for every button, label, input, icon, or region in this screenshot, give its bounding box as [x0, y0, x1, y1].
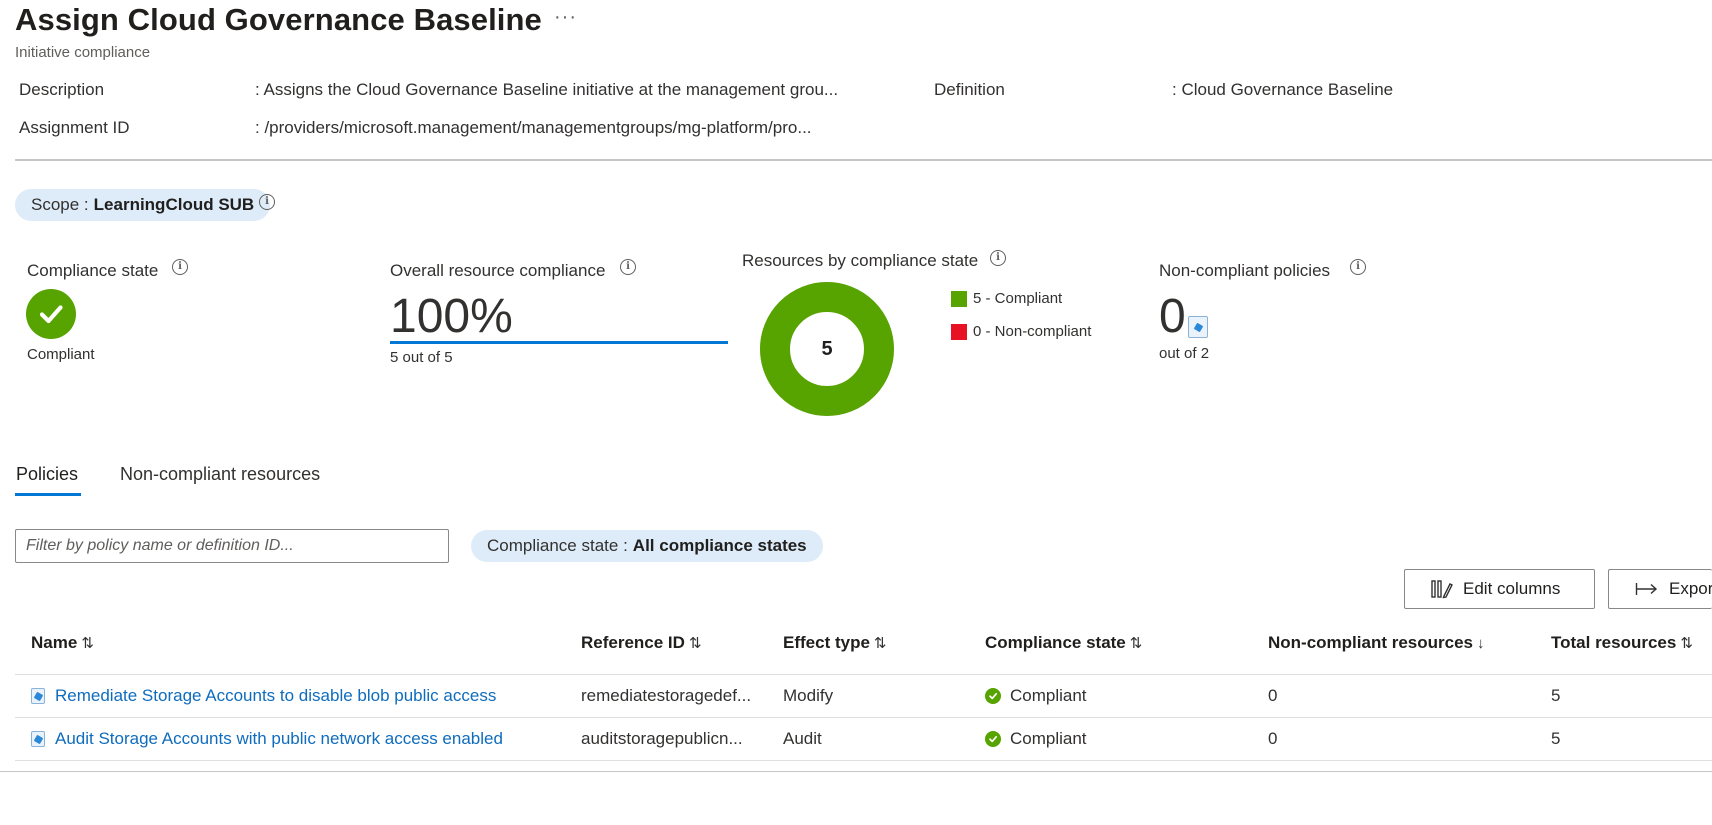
definition-value[interactable]: : Cloud Governance Baseline	[1172, 80, 1572, 100]
total-resources-cell: 5	[1551, 729, 1561, 748]
page-subtitle: Initiative compliance	[15, 44, 151, 61]
more-options-button[interactable]: ···	[554, 6, 577, 29]
column-header-effect-type[interactable]: Effect type ⇅	[783, 633, 887, 653]
sort-icon: ⇅	[873, 635, 887, 652]
compliance-state-filter-pill[interactable]: Compliance state : All compliance states	[471, 530, 823, 562]
table-header-divider	[15, 674, 1712, 675]
column-header-compliance-state[interactable]: Compliance state ⇅	[985, 633, 1142, 653]
scope-info-icon[interactable]: i	[259, 194, 275, 210]
assignment-id-label: Assignment ID	[19, 118, 130, 137]
sort-icon: ↓	[1477, 635, 1485, 652]
edit-columns-button[interactable]: Edit columns	[1404, 569, 1595, 609]
policy-name-link[interactable]: Audit Storage Accounts with public netwo…	[55, 729, 570, 749]
compliance-state-label: Compliance state	[27, 261, 159, 280]
sort-icon: ⇅	[1129, 635, 1143, 652]
edit-columns-icon	[1431, 579, 1453, 599]
compliance-progress-fill	[390, 341, 728, 344]
assignment-id-value[interactable]: : /providers/microsoft.management/manage…	[255, 118, 865, 138]
sort-icon: ⇅	[1680, 635, 1693, 652]
compliance-state-status: Compliant	[27, 346, 95, 363]
noncompliant-policies-info-icon[interactable]: i	[1350, 259, 1366, 275]
sort-icon: ⇅	[688, 635, 702, 652]
page-bottom-divider	[0, 771, 1712, 772]
scope-value: LearningCloud SUB	[93, 195, 255, 214]
policy-filter-input[interactable]	[15, 529, 449, 563]
legend-noncompliant-swatch	[951, 324, 967, 340]
compliance-donut-chart: 5	[759, 281, 895, 417]
table-row-divider	[15, 760, 1712, 761]
policy-definition-icon	[31, 731, 45, 747]
description-label: Description	[19, 80, 105, 99]
compliance-filter-label: Compliance state :	[487, 536, 628, 555]
export-button[interactable]: Export	[1608, 569, 1712, 609]
legend-compliant-swatch	[951, 291, 967, 307]
compliant-check-icon	[26, 289, 76, 339]
description-value: : Assigns the Cloud Governance Baseline …	[255, 80, 839, 99]
policy-icon	[1188, 316, 1208, 338]
compliance-filter-value: All compliance states	[632, 536, 807, 555]
overall-compliance-info-icon[interactable]: i	[620, 259, 636, 275]
legend-noncompliant-text: 0 - Non-compliant	[973, 323, 1092, 340]
donut-total: 5	[821, 337, 833, 360]
column-header-reference-id[interactable]: Reference ID ⇅	[581, 633, 702, 653]
column-header-total-resources[interactable]: Total resources ⇅	[1551, 633, 1693, 653]
effect-type-cell: Audit	[783, 729, 822, 748]
noncompliant-resources-cell: 0	[1268, 729, 1278, 748]
export-icon	[1635, 582, 1659, 596]
column-header-noncompliant-resources[interactable]: Non-compliant resources ↓	[1268, 633, 1485, 653]
reference-id-cell: remediatestoragedef...	[581, 686, 752, 705]
sort-icon: ⇅	[81, 635, 94, 652]
overall-compliance-percent: 100%	[390, 290, 513, 343]
scope-label: Scope :	[31, 195, 89, 214]
page-title: Assign Cloud Governance Baseline	[15, 2, 542, 37]
resources-by-state-label: Resources by compliance state	[742, 251, 979, 270]
resources-by-state-info-icon[interactable]: i	[990, 250, 1006, 266]
total-resources-cell: 5	[1551, 686, 1561, 705]
policy-definition-icon	[31, 688, 45, 704]
policy-name-link[interactable]: Remediate Storage Accounts to disable bl…	[55, 686, 565, 706]
essentials-divider	[15, 159, 1712, 161]
noncompliant-policies-count: 0	[1159, 290, 1186, 343]
compliant-status-icon	[985, 688, 1001, 704]
noncompliant-resources-cell: 0	[1268, 686, 1278, 705]
compliance-progress-track	[390, 341, 728, 344]
legend-compliant-text: 5 - Compliant	[973, 290, 1063, 307]
tab-policies[interactable]: Policies	[16, 464, 78, 485]
noncompliant-policies-label: Non-compliant policies	[1159, 261, 1331, 280]
tab-noncompliant-resources[interactable]: Non-compliant resources	[120, 464, 320, 485]
compliant-status-icon	[985, 731, 1001, 747]
scope-pill[interactable]: Scope : LearningCloud SUB	[15, 189, 271, 221]
column-header-name[interactable]: Name ⇅	[31, 633, 94, 653]
edit-columns-label: Edit columns	[1463, 579, 1561, 598]
compliance-state-info-icon[interactable]: i	[172, 259, 188, 275]
reference-id-cell: auditstoragepublicn...	[581, 729, 743, 748]
table-row-divider	[15, 717, 1712, 718]
overall-compliance-label: Overall resource compliance	[390, 261, 606, 280]
tab-active-indicator	[15, 493, 81, 496]
compliance-state-cell: Compliant	[1010, 686, 1087, 705]
definition-label: Definition	[934, 80, 1005, 99]
compliance-state-cell: Compliant	[1010, 729, 1087, 748]
effect-type-cell: Modify	[783, 686, 834, 705]
export-label: Export	[1669, 579, 1712, 598]
overall-compliance-detail: 5 out of 5	[390, 349, 453, 366]
noncompliant-policies-detail: out of 2	[1159, 345, 1210, 362]
